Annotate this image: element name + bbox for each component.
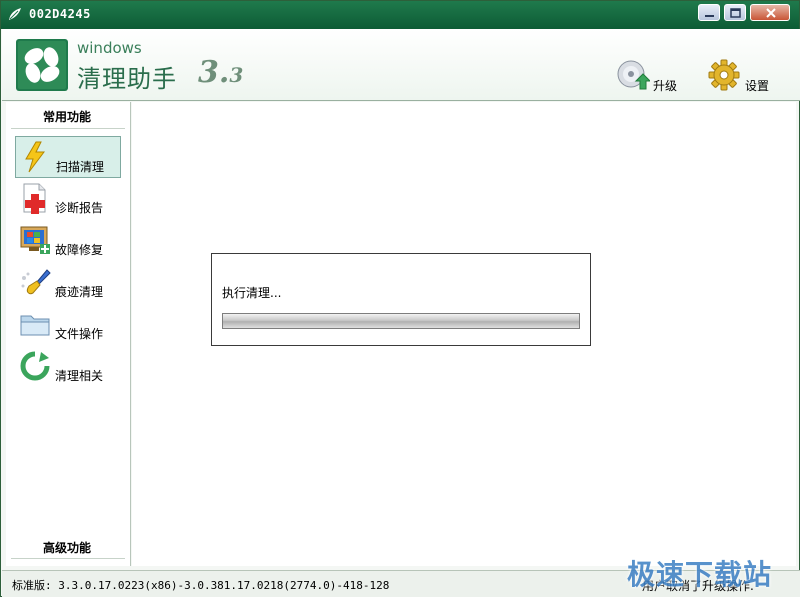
brand-version-major: 3. [198, 55, 230, 90]
monitor-repair-icon [20, 226, 50, 254]
progress-message: 执行清理... [222, 286, 282, 300]
title-bar[interactable]: 002D4245 [1, 1, 799, 29]
maximize-icon [730, 8, 741, 18]
sidebar-item-file-operations[interactable]: 文件操作 [15, 304, 121, 346]
sidebar-item-clean-related[interactable]: 清理相关 [15, 346, 121, 388]
progress-bar [222, 313, 580, 329]
sidebar-item-diagnostic-report[interactable]: 诊断报告 [15, 178, 121, 220]
window-title: 002D4245 [29, 7, 91, 21]
advanced-functions-header: 高级功能 [42, 541, 91, 555]
refresh-arrow-icon [20, 351, 50, 381]
common-functions-header: 常用功能 [42, 110, 91, 124]
leaf-icon [9, 8, 21, 20]
maximize-button[interactable] [724, 4, 746, 21]
brand-version-minor: 3 [229, 63, 244, 87]
sidebar-item-label: 诊断报告 [55, 201, 104, 215]
clover-logo-icon [16, 39, 68, 91]
folder-icon [20, 315, 50, 336]
settings-label: 设置 [745, 79, 770, 93]
sidebar-item-scan-clean[interactable]: 扫描清理 [15, 136, 121, 178]
app-window: 002D4245 windows 清理助手 3.3 升级 设置 常用功能 扫描清… [0, 0, 800, 597]
upgrade-button[interactable]: 升级 [616, 59, 686, 95]
medical-report-icon [23, 183, 46, 214]
watermark-logo: 极速下载站 [627, 558, 773, 591]
sidebar-item-label: 痕迹清理 [55, 285, 104, 299]
brand-windows-text: windows [77, 39, 142, 57]
gear-icon [708, 59, 740, 91]
brand-name: 清理助手 [77, 65, 177, 93]
brush-icon [21, 269, 51, 295]
minimize-icon [705, 15, 714, 17]
sidebar-item-label: 文件操作 [55, 327, 104, 341]
sidebar-item-label: 故障修复 [55, 243, 104, 257]
sidebar-divider [11, 128, 125, 129]
upgrade-disc-icon [617, 60, 650, 90]
progress-dialog: 执行清理... [211, 253, 591, 346]
upgrade-label: 升级 [653, 79, 678, 93]
brand-version: 3.3 [198, 55, 243, 90]
main-content: 执行清理... [132, 102, 796, 566]
settings-button[interactable]: 设置 [708, 59, 778, 95]
sidebar-divider [11, 558, 125, 559]
lightning-icon [25, 141, 45, 173]
sidebar-item-label: 扫描清理 [56, 160, 105, 174]
close-icon [766, 8, 776, 18]
app-header: windows 清理助手 3.3 升级 设置 [2, 29, 800, 101]
sidebar-item-label: 清理相关 [55, 369, 104, 383]
sidebar: 常用功能 扫描清理 诊断报告 故障修复 痕迹清理 文件操作 清理相关 高级功能 [6, 102, 131, 566]
close-button[interactable] [750, 4, 790, 21]
version-status: 标准版: 3.3.0.17.0223(x86)-3.0.381.17.0218(… [12, 579, 390, 592]
sidebar-item-trace-clean[interactable]: 痕迹清理 [15, 262, 121, 304]
sidebar-item-fault-repair[interactable]: 故障修复 [15, 220, 121, 262]
minimize-button[interactable] [698, 4, 720, 21]
